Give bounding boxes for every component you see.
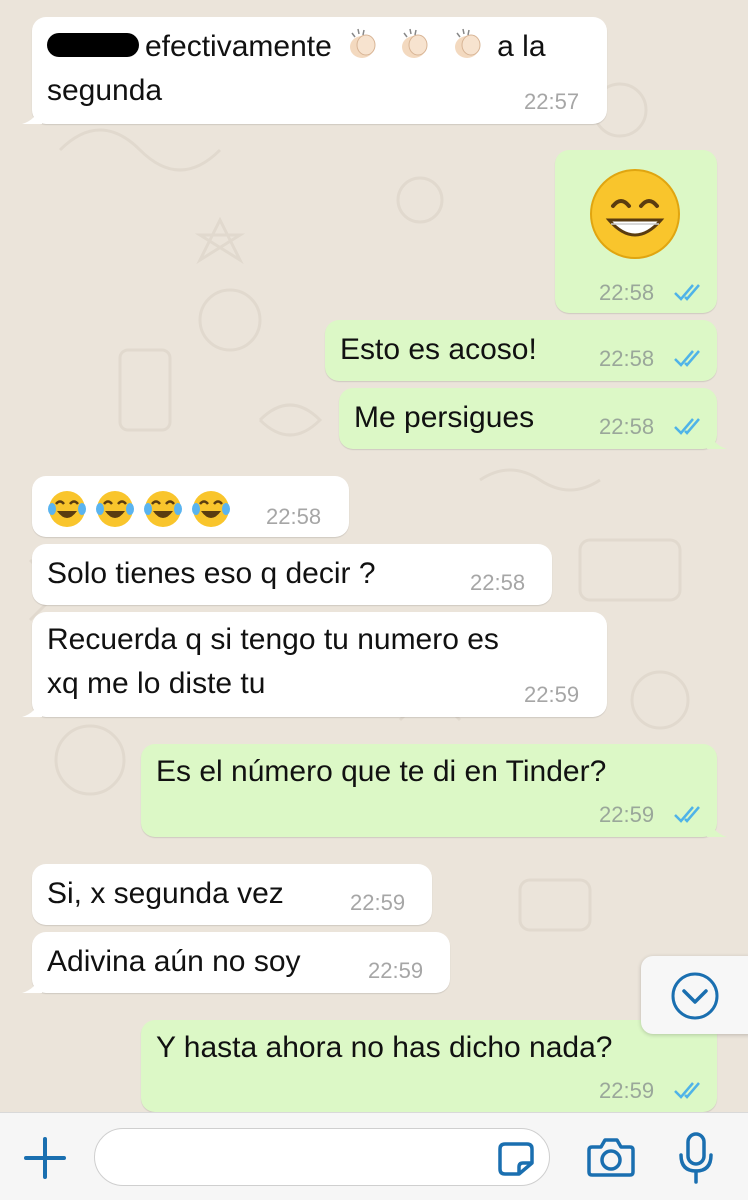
message-time: 22:59 [368,958,424,983]
bubble-tail [22,973,42,993]
message-outgoing[interactable]: Es el número que te di en Tinder? 22:59 [141,744,727,837]
message-incoming[interactable]: efectivamente a la segunda 22:57 [22,17,607,124]
message-incoming[interactable]: Adivina aún no soy 22:59 [22,932,450,993]
read-receipt-icon [674,418,700,435]
message-text: efectivamente [145,30,332,63]
tears-of-joy-icon [144,491,182,528]
message-time: 22:58 [599,346,655,371]
message-incoming[interactable]: 22:58 [32,476,349,537]
message-text: Y hasta ahora no has dicho nada? [156,1031,613,1064]
message-incoming[interactable]: Recuerda q si tengo tu numero es xq me l… [22,612,607,717]
read-receipt-icon [674,350,700,367]
plus-icon[interactable] [22,1135,68,1181]
redacted-name [47,33,139,58]
message-text: Adivina aún no soy [47,945,301,978]
message-text: Es el número que te di en Tinder? [156,755,607,788]
message-input[interactable] [94,1128,550,1186]
message-text: a la [497,30,546,63]
message-outgoing[interactable]: 22:58 [555,150,717,313]
sticker-icon[interactable] [497,1141,535,1177]
message-time: 22:59 [599,1078,655,1103]
camera-icon[interactable] [586,1135,636,1179]
bubble-tail [22,104,42,124]
clapping-hands-icon [454,28,481,59]
message-text: Me persigues [354,401,535,434]
message-list[interactable]: efectivamente a la segunda 22:57 22:58 E… [0,0,748,1112]
message-time: 22:59 [524,682,580,707]
tears-of-joy-icon [48,491,86,528]
chevron-down-icon [671,972,719,1020]
message-text: Solo tienes eso q decir ? [47,557,376,590]
message-time: 22:58 [470,570,526,595]
bubble-tail [22,697,42,717]
message-time: 22:58 [266,504,322,529]
message-outgoing[interactable]: Y hasta ahora no has dicho nada? 22:59 [141,1020,717,1112]
message-outgoing[interactable]: Esto es acoso! 22:58 [325,320,717,381]
bubble-tail [707,429,727,449]
message-text: Recuerda q si tengo tu numero es [47,623,499,656]
clapping-hands-icon [350,28,376,59]
clapping-hands-icon [402,28,428,59]
scroll-to-bottom-button[interactable] [641,956,748,1034]
tears-of-joy-icon [96,491,134,528]
tears-of-joy-icon [192,491,230,528]
message-outgoing[interactable]: Me persigues 22:58 [339,388,727,449]
read-receipt-icon [674,1082,700,1099]
message-time: 22:59 [350,890,406,915]
message-time: 22:59 [599,802,655,827]
microphone-icon[interactable] [676,1131,716,1185]
message-incoming[interactable]: Si, x segunda vez 22:59 [32,864,432,925]
read-receipt-icon [674,284,700,301]
emoji-row [47,486,239,530]
message-time: 22:58 [599,280,655,305]
message-incoming[interactable]: Solo tienes eso q decir ? 22:58 [32,544,552,605]
message-text: xq me lo diste tu [47,667,266,700]
message-text: Esto es acoso! [340,333,537,366]
bubble-tail [707,817,727,837]
message-text: Si, x segunda vez [47,877,284,910]
message-time: 22:57 [524,89,580,114]
read-receipt-icon [674,806,700,823]
composer-bar [0,1112,748,1200]
message-text: segunda [47,74,163,107]
grinning-face-icon [590,169,680,259]
message-time: 22:58 [599,414,655,439]
